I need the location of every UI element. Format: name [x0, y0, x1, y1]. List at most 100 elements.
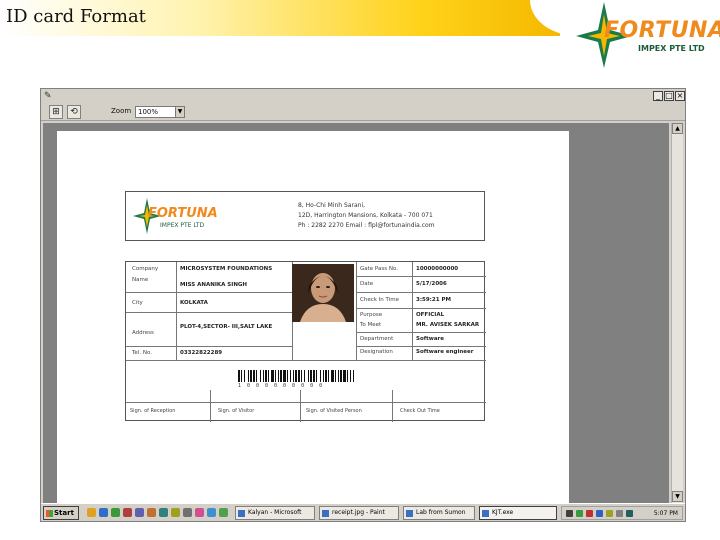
grid-line: [126, 292, 292, 293]
quicklaunch-icon[interactable]: [135, 508, 144, 517]
field-value: 03322822289: [180, 350, 223, 356]
start-label: Start: [54, 509, 74, 517]
barcode-bar: [241, 370, 242, 382]
card-logo: FORTUNA IMPEX PTE LTD: [132, 196, 242, 236]
tray-icon[interactable]: [626, 510, 633, 517]
field-label: Purpose: [360, 312, 383, 318]
barcode-bar: [268, 370, 269, 382]
quicklaunch-icon[interactable]: [219, 508, 228, 517]
fit-icon[interactable]: ⊞: [49, 105, 63, 119]
quicklaunch-icon[interactable]: [207, 508, 216, 517]
system-tray: 5:07 PM: [561, 506, 683, 520]
barcode-digits: 1000000000: [238, 383, 329, 389]
barcode-bar: [328, 370, 329, 382]
vertical-scrollbar[interactable]: ▲ ▼: [671, 123, 683, 503]
portrait-image: [292, 264, 354, 322]
barcode-bar: [350, 370, 351, 382]
tray-icon[interactable]: [566, 510, 573, 517]
window-icon: [482, 510, 489, 517]
quicklaunch-icon[interactable]: [147, 508, 156, 517]
logo-word: FORTUNA: [604, 18, 720, 43]
app-icon: ✎: [44, 91, 52, 101]
grid-line: [210, 390, 211, 422]
grid-line: [300, 390, 301, 422]
signature-label: Check Out Time: [400, 408, 440, 414]
zoom-label: Zoom: [111, 107, 132, 115]
field-label: Check In Time: [360, 297, 399, 303]
field-value: MR. AVISEK SARKAR: [416, 322, 480, 328]
task-button[interactable]: receipt.jpg - Paint: [319, 506, 399, 520]
quicklaunch-icon[interactable]: [123, 508, 132, 517]
browser-icon[interactable]: [99, 508, 108, 517]
tray-icon[interactable]: [616, 510, 623, 517]
maximize-button[interactable]: □: [664, 91, 674, 101]
quicklaunch-icon[interactable]: [171, 508, 180, 517]
close-button[interactable]: ×: [675, 91, 685, 101]
taskbar-clock: 5:07 PM: [653, 510, 678, 517]
scroll-down-icon[interactable]: ▼: [672, 491, 683, 502]
field-label: Company: [132, 266, 159, 272]
barcode-bar: [335, 370, 336, 382]
card-logo-word: FORTUNA: [148, 206, 218, 221]
title-bar: ✎ _ □ ×: [41, 89, 685, 103]
field-value: KOLKATA: [180, 300, 208, 306]
chevron-down-icon[interactable]: ▼: [175, 107, 184, 117]
grid-line: [126, 346, 292, 347]
tray-icon[interactable]: [586, 510, 593, 517]
barcode-bar: [278, 370, 279, 382]
tray-icon[interactable]: [596, 510, 603, 517]
id-card-body: Company MICROSYSTEM FOUNDATIONS Name MIS…: [125, 261, 486, 422]
signature-label: Sign. of Visitor: [218, 408, 255, 414]
barcode: [238, 370, 354, 382]
zoom-value: 100%: [138, 108, 159, 116]
quicklaunch-icon[interactable]: [195, 508, 204, 517]
window-icon: [238, 510, 245, 517]
quicklaunch-icon[interactable]: [183, 508, 192, 517]
minimize-button[interactable]: _: [653, 91, 663, 101]
rotate-icon[interactable]: ⟲: [67, 105, 81, 119]
image-viewer-window: ✎ _ □ × ⊞ ⟲ Zoom 100% ▼ FORTUNA IMPEX PT…: [40, 88, 686, 522]
logo-subtitle: IMPEX PTE LTD: [638, 44, 705, 53]
barcode-bar: [353, 370, 354, 382]
barcode-bar: [263, 370, 264, 382]
task-button[interactable]: Kalyan - Microsoft: [235, 506, 315, 520]
barcode-bar: [331, 370, 334, 382]
address-line: 8, Ho-Chi Minh Sarani,: [298, 202, 366, 209]
taskbar: Start Kalyan - Microsoft receipt.jpg - P…: [41, 503, 685, 521]
address-line: 12D, Harrington Mansions, Kolkata - 700 …: [298, 212, 433, 219]
quicklaunch-icon[interactable]: [159, 508, 168, 517]
field-label: Department: [360, 336, 394, 342]
barcode-bar: [238, 370, 240, 382]
visitor-photo: [292, 264, 354, 322]
tray-icon[interactable]: [576, 510, 583, 517]
barcode-bar: [347, 370, 348, 382]
barcode-bar: [253, 370, 255, 382]
start-button[interactable]: Start: [43, 506, 79, 520]
field-label: To Meet: [360, 322, 382, 328]
barcode-bar: [275, 370, 276, 382]
signature-label: Sign. of Reception: [130, 408, 176, 414]
task-button-active[interactable]: KJT.exe: [479, 506, 557, 520]
barcode-bar: [338, 370, 339, 382]
quicklaunch-icon[interactable]: [87, 508, 96, 517]
window-icon: [406, 510, 413, 517]
barcode-bar: [280, 370, 282, 382]
grid-line: [356, 346, 486, 347]
scroll-up-icon[interactable]: ▲: [672, 123, 683, 134]
field-label: Date: [360, 281, 374, 287]
windows-logo-icon: [46, 510, 53, 517]
grid-line: [356, 332, 486, 333]
tray-icon[interactable]: [606, 510, 613, 517]
grid-line: [392, 390, 393, 422]
barcode-bar: [287, 370, 288, 382]
barcode-bar: [256, 370, 257, 382]
toolbar: ⊞ ⟲ Zoom 100% ▼: [41, 103, 685, 121]
barcode-bar: [323, 370, 324, 382]
field-label: Gate Pass No.: [360, 266, 398, 272]
barcode-bar: [316, 370, 317, 382]
barcode-bar: [283, 370, 286, 382]
field-value: Software engineer: [416, 349, 474, 355]
task-button[interactable]: Lab from Sumon: [403, 506, 475, 520]
quicklaunch-icon[interactable]: [111, 508, 120, 517]
field-label: Name: [132, 277, 149, 283]
